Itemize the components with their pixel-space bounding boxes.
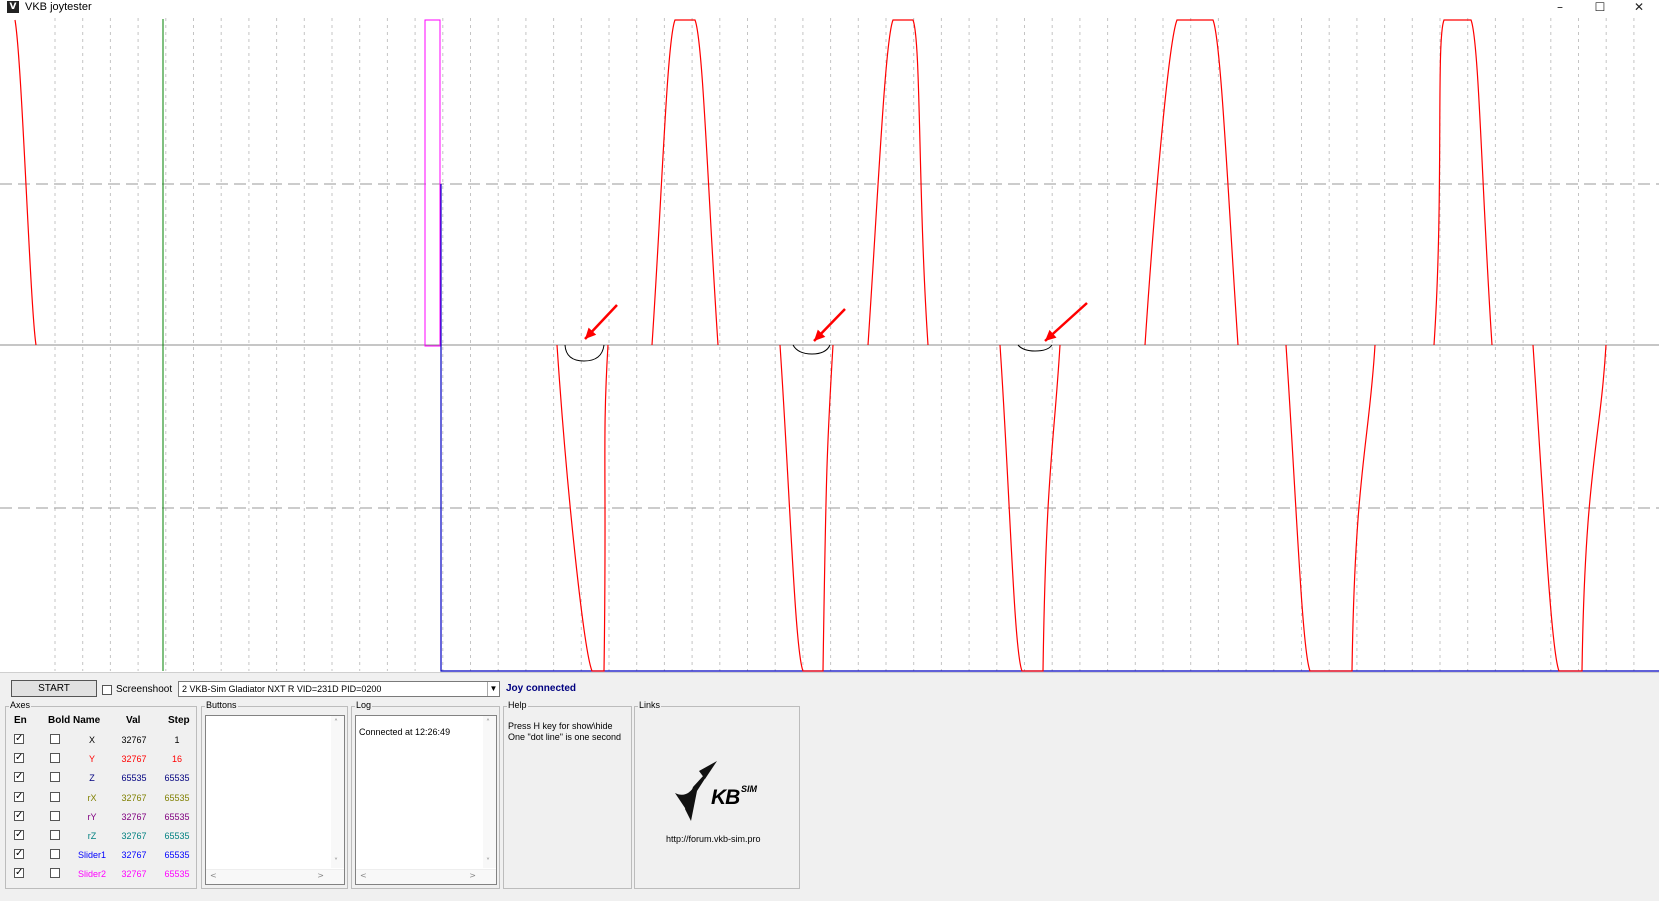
- buttons-hscroll[interactable]: < >: [206, 869, 344, 884]
- help-line-1: Press H key for show\hide: [508, 721, 613, 731]
- signal-segment: [1433, 19, 1493, 346]
- help-group-title: Help: [507, 700, 528, 710]
- axis-step: 65535: [164, 831, 190, 841]
- log-entry: Connected at 12:26:49: [359, 727, 451, 737]
- axis-enable-checkbox[interactable]: ✓: [14, 849, 24, 860]
- scroll-left-icon[interactable]: <: [210, 871, 217, 880]
- axis-bold-checkbox[interactable]: [50, 734, 60, 744]
- help-line-2: One "dot line" is one second: [508, 732, 621, 742]
- axis-bold-checkbox[interactable]: [50, 868, 60, 879]
- axis-plot: [0, 18, 1659, 672]
- header-bold: Bold: [48, 715, 71, 726]
- slider2-marker: [424, 19, 441, 347]
- axis-enable-checkbox[interactable]: ✓: [14, 734, 24, 744]
- axis-val: 32767: [121, 869, 147, 880]
- axes-group-title: Axes: [9, 700, 32, 710]
- title-bar: V VKB joytester – ☐ ✕: [0, 0, 1659, 14]
- axis-val: 32767: [121, 735, 147, 745]
- forum-link[interactable]: http://forum.vkb-sim.pro: [666, 834, 761, 844]
- dip-artifact-1: [564, 344, 605, 362]
- screenshot-label: Screenshoot: [116, 684, 173, 695]
- axis-step: 65535: [164, 773, 190, 784]
- axis-bold-checkbox[interactable]: [50, 830, 60, 840]
- scroll-right-icon[interactable]: >: [469, 871, 476, 880]
- log-vscroll[interactable]: ˄ ˅: [483, 716, 496, 868]
- axis-enable-checkbox[interactable]: ✓: [14, 772, 24, 783]
- axis-val: 32767: [121, 831, 147, 841]
- axis-val: 32767: [121, 792, 147, 803]
- axis-enable-checkbox[interactable]: ✓: [14, 868, 24, 879]
- blue-axis-marker: [440, 184, 1659, 672]
- axis-step: 65535: [164, 792, 190, 803]
- header-val: Val: [126, 715, 141, 726]
- buttons-list[interactable]: ˄ ˅ < >: [205, 715, 345, 885]
- axis-bold-checkbox[interactable]: [50, 810, 60, 821]
- device-select-value: 2 VKB-Sim Gladiator NXT R VID=231D PID=0…: [182, 684, 382, 694]
- axis-enable-checkbox[interactable]: ✓: [14, 753, 24, 764]
- axis-val: 65535: [121, 773, 147, 784]
- signal-segment: [867, 19, 929, 346]
- axis-step: 65535: [164, 811, 190, 822]
- scroll-down-icon[interactable]: ˅: [486, 857, 490, 866]
- logo-wordmark-sub: SIM: [741, 784, 758, 794]
- axis-val: 32767: [121, 754, 147, 765]
- axis-step: 1: [174, 735, 180, 745]
- axis-enable-checkbox[interactable]: ✓: [14, 791, 24, 802]
- scroll-right-icon[interactable]: >: [317, 871, 324, 880]
- buttons-vscroll[interactable]: ˄ ˅: [331, 716, 344, 868]
- dip-artifact-3: [1017, 344, 1053, 352]
- links-group: Links KB SIM http://forum.vkb-sim.pro: [634, 700, 800, 889]
- log-group: Log Connected at 12:26:49 ˄ ˅ < >: [351, 700, 500, 889]
- annotation-arrows: [584, 302, 1088, 342]
- help-group: Help Press H key for show\hide One "dot …: [503, 700, 632, 889]
- signal-segment: [1144, 19, 1239, 346]
- logo-wordmark: KB: [711, 786, 740, 809]
- close-button[interactable]: ✕: [1619, 0, 1659, 14]
- axis-val: 32767: [121, 811, 147, 822]
- axes-group: Axes En Bold Name Val Step ✓ X 32767 1 ✓ Y 327…: [5, 700, 197, 889]
- signal-segment: [14, 19, 37, 346]
- axis-val: 32767: [121, 850, 147, 861]
- header-en: En: [14, 715, 27, 726]
- buttons-group-title: Buttons: [205, 700, 238, 710]
- start-button[interactable]: START: [11, 680, 97, 697]
- log-hscroll[interactable]: < >: [356, 869, 496, 884]
- control-panel: START Screenshoot 2 VKB-Sim Gladiator NX…: [0, 672, 1659, 901]
- log-group-title: Log: [355, 700, 373, 710]
- scroll-down-icon[interactable]: ˅: [334, 857, 338, 866]
- header-name: Name: [73, 715, 101, 726]
- axis-enable-checkbox[interactable]: ✓: [14, 830, 24, 840]
- app-icon: V: [7, 1, 19, 13]
- chevron-down-icon[interactable]: ▼: [487, 682, 499, 696]
- window-title: VKB joytester: [25, 1, 92, 13]
- device-select[interactable]: 2 VKB-Sim Gladiator NXT R VID=231D PID=0…: [178, 681, 500, 697]
- dip-artifact-2: [792, 344, 831, 355]
- signal-segment: [651, 19, 719, 346]
- axis-enable-checkbox[interactable]: ✓: [14, 810, 24, 821]
- screenshot-checkbox[interactable]: [102, 685, 112, 695]
- axis-step: 65535: [164, 850, 190, 861]
- scroll-left-icon[interactable]: <: [360, 871, 367, 880]
- axis-bold-checkbox[interactable]: [50, 791, 60, 802]
- buttons-group: Buttons ˄ ˅ < >: [201, 700, 348, 889]
- axis-step: 65535: [164, 869, 190, 880]
- links-group-title: Links: [638, 700, 662, 710]
- maximize-button[interactable]: ☐: [1580, 0, 1620, 14]
- scroll-up-icon[interactable]: ˄: [486, 718, 490, 727]
- axis-bold-checkbox[interactable]: [50, 849, 60, 860]
- minimize-button[interactable]: –: [1540, 0, 1580, 14]
- header-step: Step: [168, 715, 190, 726]
- scroll-up-icon[interactable]: ˄: [334, 718, 338, 727]
- status-label: Joy connected: [506, 683, 577, 694]
- axis-bold-checkbox[interactable]: [50, 772, 60, 783]
- axis-bold-checkbox[interactable]: [50, 753, 60, 764]
- axis-step: 16: [171, 754, 182, 765]
- log-list[interactable]: Connected at 12:26:49 ˄ ˅ < >: [355, 715, 497, 885]
- signal-segment: [779, 344, 834, 672]
